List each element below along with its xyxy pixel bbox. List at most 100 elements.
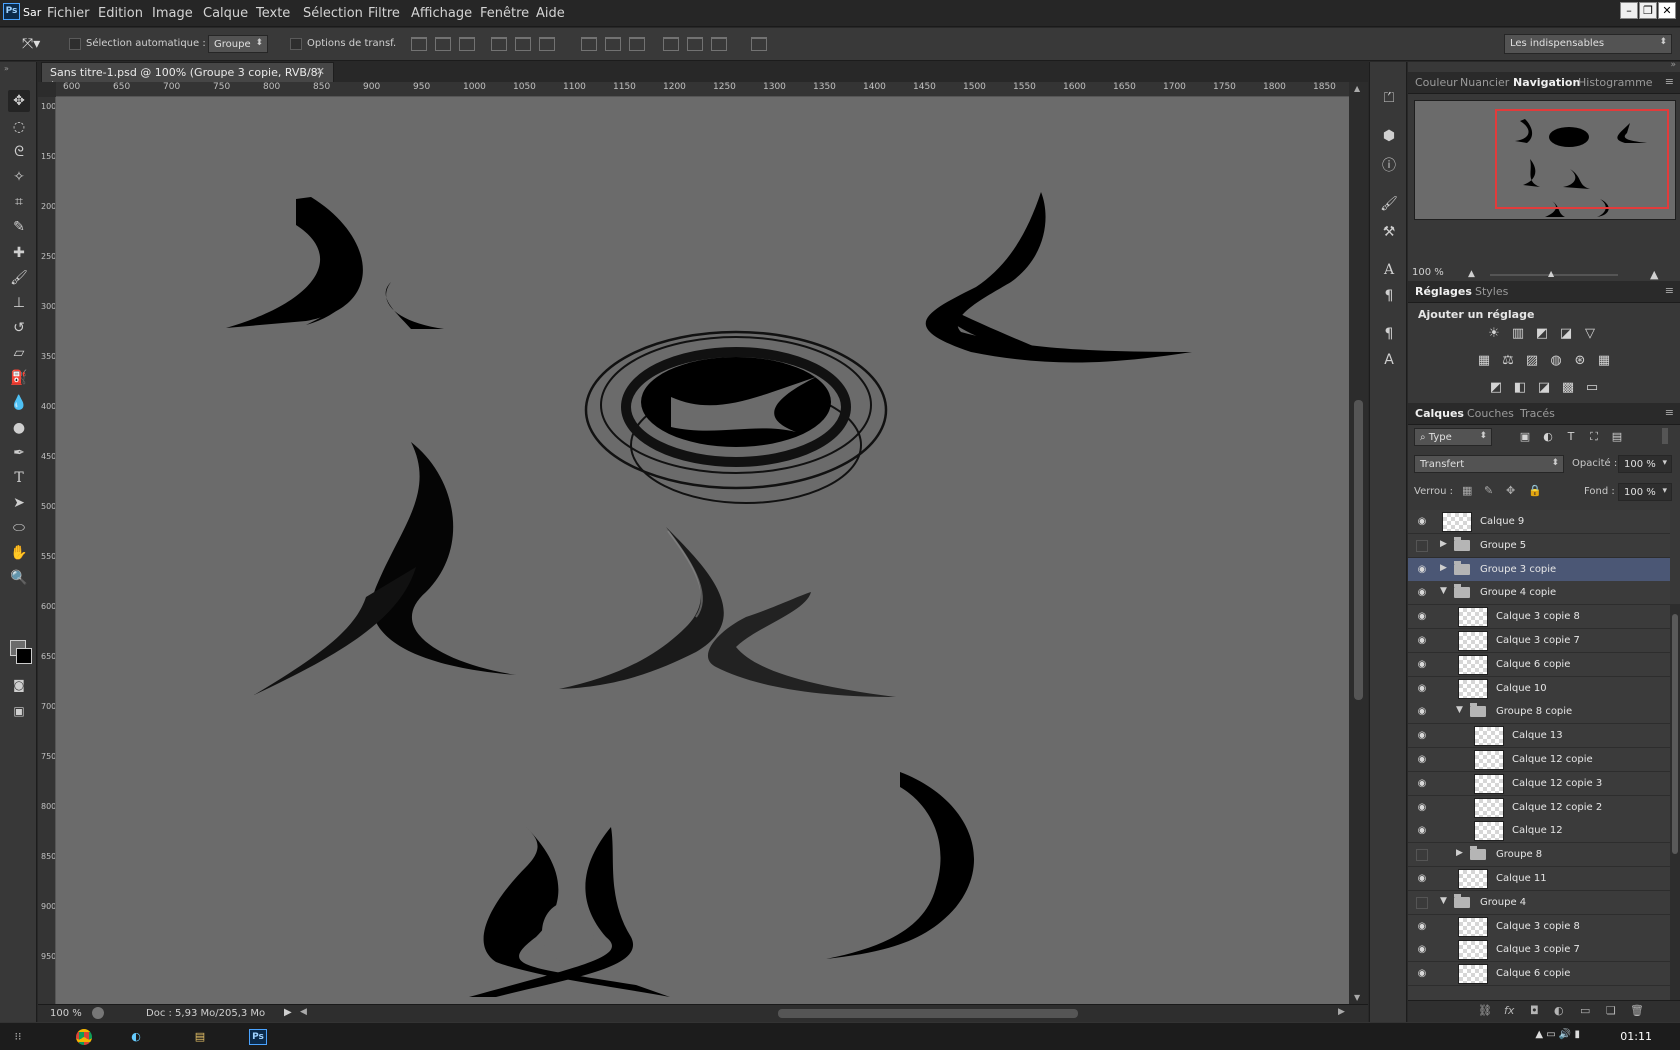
filter-shape-icon[interactable]: ⛶ (1585, 429, 1603, 445)
hand-tool-icon[interactable]: ✋ (8, 542, 30, 564)
tab-navigation[interactable]: Navigation (1513, 76, 1580, 89)
visibility-eye-icon[interactable]: ◉ (1416, 635, 1428, 647)
visibility-eye-icon[interactable]: ◉ (1416, 587, 1428, 599)
layer-row[interactable]: ◉ Calque 13 (1408, 724, 1670, 749)
layer-thumbnail[interactable] (1474, 821, 1504, 842)
history-brush-tool-icon[interactable]: ↺ (8, 317, 30, 339)
close-button[interactable]: ✕ (1658, 2, 1676, 19)
expand-group-icon[interactable]: ▶ (1440, 563, 1447, 573)
screen-mode-icon[interactable]: ▣ (8, 700, 30, 722)
shape-crescent[interactable] (826, 772, 975, 959)
workspace-dropdown[interactable]: Les indispensables ⬍ (1504, 34, 1672, 54)
filter-pixel-icon[interactable]: ▣ (1516, 429, 1534, 445)
path-select-tool-icon[interactable]: ➤ (8, 492, 30, 514)
quick-mask-icon[interactable]: ◙ (8, 674, 30, 696)
eraser-tool-icon[interactable]: ▱ (8, 342, 30, 364)
menu-affichage[interactable]: Affichage (411, 6, 472, 21)
layer-row[interactable]: ◉ Calque 10 (1408, 676, 1670, 701)
layer-thumbnail[interactable] (1458, 964, 1488, 985)
visibility-off-toggle[interactable] (1416, 539, 1428, 552)
explorer-app-icon[interactable]: ▤ (182, 1026, 218, 1048)
layer-row[interactable]: ◉ Calque 6 copie (1408, 962, 1670, 987)
layer-thumbnail[interactable] (1474, 750, 1504, 770)
tool-presets-icon[interactable]: ⚒ (1379, 222, 1399, 242)
visibility-eye-icon[interactable]: ◉ (1416, 825, 1428, 837)
zoom-level[interactable]: 100 % (50, 1008, 82, 1019)
panel-menu-icon[interactable]: ≡ (1665, 406, 1674, 419)
shape-claw-1[interactable] (226, 197, 444, 329)
blend-mode-dropdown[interactable]: Transfert ⬍ (1414, 455, 1564, 473)
new-group-icon[interactable]: ▭ (1580, 1004, 1590, 1017)
photo-filter-icon[interactable]: ◍ (1547, 353, 1565, 369)
navigator-preview[interactable] (1414, 100, 1676, 220)
scroll-up-icon[interactable]: ▲ (1354, 84, 1360, 93)
align-bottom-icon[interactable] (459, 37, 475, 51)
layer-row[interactable]: ◉ Calque 12 copie 3 (1408, 771, 1670, 796)
hue-saturation-icon[interactable]: ▦ (1475, 353, 1493, 369)
vertical-scrollbar[interactable]: ▲ ▼ (1349, 82, 1368, 1004)
group-row[interactable]: ▶ Groupe 8 (1408, 843, 1670, 868)
visibility-eye-icon[interactable]: ◉ (1416, 944, 1428, 956)
zoom-slider-thumb[interactable]: ▲ (1548, 269, 1554, 278)
menu-selection[interactable]: Sélection (303, 6, 363, 21)
character-panel-icon[interactable]: A (1379, 260, 1399, 280)
layer-thumbnail[interactable] (1458, 654, 1488, 675)
layer-thumbnail[interactable] (1458, 940, 1488, 961)
visibility-off-toggle[interactable] (1416, 849, 1428, 862)
layer-row[interactable]: ◉ Calque 11 (1408, 867, 1670, 891)
collapse-group-icon[interactable]: ▼ (1440, 586, 1447, 596)
layer-row[interactable]: ◉ Calque 3 copie 7 (1408, 629, 1670, 653)
opacity-field[interactable]: 100 % ▾ (1618, 455, 1672, 473)
align-left-icon[interactable] (491, 37, 507, 51)
curves-adjust-icon[interactable]: ◩ (1533, 326, 1551, 342)
layer-row[interactable]: ◉ Calque 9 (1408, 510, 1670, 534)
paragraph-styles-icon[interactable]: ¶ (1379, 324, 1399, 344)
navigator-view-frame[interactable] (1495, 109, 1669, 209)
distribute-left-icon[interactable] (663, 37, 679, 51)
dodge-tool-icon[interactable]: ● (8, 417, 30, 439)
collapse-group-icon[interactable]: ▼ (1456, 705, 1463, 715)
selective-color-icon[interactable]: ▩ (1559, 380, 1577, 396)
bucket-tool-icon[interactable]: ⛽ (8, 367, 30, 389)
zoom-out-icon[interactable]: ▲ (1468, 269, 1475, 279)
type-tool-icon[interactable]: T (8, 467, 30, 489)
filter-type-icon[interactable]: T (1562, 429, 1580, 445)
delete-layer-icon[interactable]: 🗑 (1630, 1004, 1644, 1017)
zoom-tool-icon[interactable]: 🔍 (8, 567, 30, 589)
group-row[interactable]: ◉ ▶ Groupe 3 copie (1408, 557, 1670, 582)
align-top-icon[interactable] (411, 37, 427, 51)
layer-row[interactable]: ◉ Calque 12 copie (1408, 748, 1670, 772)
brush-panel-icon[interactable]: 🖌 (1379, 194, 1399, 214)
layer-row[interactable]: ◉ Calque 6 copie (1408, 652, 1670, 677)
visibility-eye-icon[interactable]: ◉ (1416, 659, 1428, 671)
lock-pixels-icon[interactable]: ✎ (1484, 484, 1493, 497)
move-tool-icon[interactable]: ✥ (8, 90, 30, 112)
shape-knot[interactable] (469, 827, 670, 997)
layer-thumbnail[interactable] (1442, 512, 1472, 532)
tab-histogramme[interactable]: Histogramme (1578, 76, 1653, 89)
tab-couleur[interactable]: Couleur (1415, 76, 1458, 89)
brightness-adjust-icon[interactable]: ☀ (1485, 326, 1503, 342)
new-layer-icon[interactable]: ❏ (1606, 1004, 1616, 1017)
visibility-eye-icon[interactable]: ◉ (1416, 611, 1428, 623)
start-menu-icon[interactable]: ⁝⁝ (8, 1026, 28, 1048)
tab-nuancier[interactable]: Nuancier (1460, 76, 1509, 89)
layer-thumbnail[interactable] (1458, 916, 1488, 937)
group-row[interactable]: ◉ ▼ Groupe 4 copie (1408, 581, 1670, 606)
chrome-app-icon[interactable] (66, 1026, 102, 1048)
group-row[interactable]: ▼ Groupe 4 (1408, 890, 1670, 915)
channel-mixer-icon[interactable]: ⊛ (1571, 353, 1589, 369)
visibility-eye-icon[interactable]: ◉ (1416, 516, 1428, 528)
scroll-down-icon[interactable]: ▼ (1354, 993, 1360, 1002)
tab-styles[interactable]: Styles (1475, 285, 1508, 298)
layer-row[interactable]: ◉ Calque 3 copie 8 (1408, 605, 1670, 630)
collapse-group-icon[interactable]: ▼ (1440, 896, 1447, 906)
brush-tool-icon[interactable]: 🖌 (8, 267, 30, 289)
status-menu-arrow-icon[interactable]: ▶ (284, 1007, 292, 1018)
layer-row[interactable]: ◉ Calque 3 copie 7 (1408, 938, 1670, 963)
tab-reglages[interactable]: Réglages (1415, 285, 1472, 298)
scroll-right-icon[interactable]: ▶ (1338, 1007, 1345, 1017)
visibility-off-toggle[interactable] (1416, 896, 1428, 909)
lasso-tool-icon[interactable]: ᘓ (8, 141, 30, 163)
menu-calque[interactable]: Calque (203, 6, 248, 21)
